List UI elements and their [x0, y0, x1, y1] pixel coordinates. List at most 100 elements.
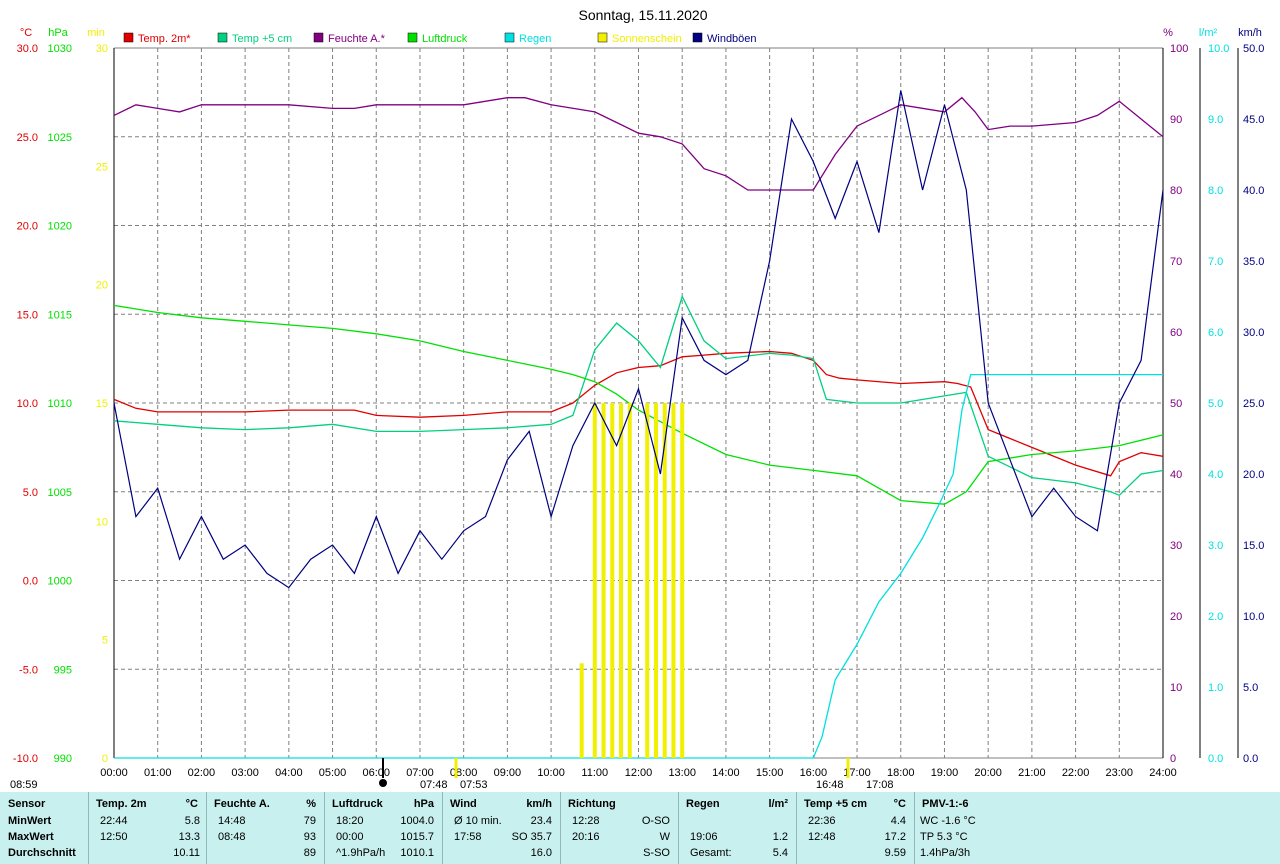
stats-header-rain: Regen	[686, 798, 720, 810]
stats-time-temp2m: 22:44	[100, 815, 128, 827]
stats-value-humidity: 89	[303, 847, 316, 859]
stats-column-divider	[324, 792, 325, 864]
legend-label: Windböen	[707, 33, 757, 45]
stats-header-pressure: Luftdruck	[332, 798, 383, 810]
wind-tick: 35.0	[1243, 256, 1264, 268]
stats-header-wind: Wind	[450, 798, 477, 810]
stats-column-divider	[914, 792, 915, 864]
temp-tick: -10.0	[13, 753, 38, 765]
stats-time-pressure: 18:20	[336, 815, 364, 827]
minutes-axis-unit: min	[87, 27, 105, 39]
rain-tick: 1.0	[1208, 682, 1223, 694]
stats-time-humidity: 14:48	[218, 815, 246, 827]
stats-column-divider	[796, 792, 797, 864]
stats-value-temp2m: 13.3	[178, 831, 200, 843]
stats-unit-temp2m: °C	[185, 798, 198, 810]
stats-column-divider	[206, 792, 207, 864]
rain-tick: 8.0	[1208, 185, 1223, 197]
pressure-tick: 990	[54, 753, 72, 765]
minutes-tick: 25	[96, 161, 108, 173]
stats-unit-wind: km/h	[526, 798, 552, 810]
stats-value-direction: S-SO	[643, 847, 670, 859]
stats-unit-rain: l/m²	[768, 798, 788, 810]
pressure-tick: 1020	[48, 221, 72, 233]
legend-label: Sonnenschein	[612, 33, 682, 45]
stats-value-temp5cm: 9.59	[884, 847, 906, 859]
pressure-tick: 1005	[48, 487, 72, 499]
sunshine-bar	[592, 403, 597, 758]
minutes-tick: 20	[96, 280, 108, 292]
stats-time-temp5cm: 22:36	[808, 815, 836, 827]
temp-tick: -5.0	[19, 664, 38, 676]
sunset-label-b: 17:08	[866, 779, 894, 791]
stats-value-humidity: 79	[303, 815, 316, 827]
stats-time-temp2m: 12:50	[100, 831, 128, 843]
stats-time-direction: 20:16	[572, 831, 600, 843]
stats-value-temp2m: 10.11	[173, 847, 200, 859]
rain-tick: 7.0	[1208, 256, 1223, 268]
stats-time-pressure: 00:00	[336, 831, 364, 843]
pressure-tick: 1015	[48, 309, 72, 321]
pressure-tick: 995	[54, 664, 72, 676]
legend-swatch	[123, 32, 134, 43]
sunshine-bar	[579, 663, 584, 758]
legend-label: Luftdruck	[422, 33, 468, 45]
minutes-tick: 0	[102, 753, 108, 765]
stats-column-divider	[442, 792, 443, 864]
minutes-tick: 30	[96, 43, 108, 55]
stats-value-temp2m: 5.8	[184, 815, 200, 827]
stats-value-direction: W	[659, 831, 670, 843]
humidity-axis-unit: %	[1163, 27, 1173, 39]
humidity-tick: 10	[1170, 682, 1182, 694]
legend-swatch	[407, 32, 418, 43]
humidity-tick: 80	[1170, 185, 1182, 197]
stats-column-divider	[678, 792, 679, 864]
stats-sensor-header: Sensor	[8, 798, 46, 810]
rain-tick: 2.0	[1208, 611, 1223, 623]
humidity-tick: 20	[1170, 611, 1182, 623]
stats-header-humidity: Feuchte A.	[214, 798, 270, 810]
stats-value-pmv: WC -1.6 °C	[920, 815, 976, 827]
rain-tick: 6.0	[1208, 327, 1223, 339]
rain-tick: 0.0	[1208, 753, 1223, 765]
stats-row-label: Durchschnitt	[8, 847, 76, 859]
stats-column-divider	[88, 792, 89, 864]
x-tick: 18:00	[887, 767, 915, 779]
x-tick: 12:00	[625, 767, 653, 779]
sunshine-bar	[627, 403, 632, 758]
stats-time-wind: Ø 10 min.	[454, 815, 502, 827]
humidity-tick: 40	[1170, 469, 1182, 481]
stats-time-rain: Gesamt:	[690, 847, 732, 859]
sunset-label-a: 16:48	[816, 779, 844, 791]
x-tick: 08:00	[450, 767, 478, 779]
minutes-tick: 10	[96, 516, 108, 528]
stats-value-pmv: TP 5.3 °C	[920, 831, 968, 843]
legend-swatch	[217, 32, 228, 43]
stats-unit-humidity: %	[306, 798, 316, 810]
sunshine-bar	[619, 403, 624, 758]
x-tick: 24:00	[1149, 767, 1177, 779]
temp-tick: 25.0	[17, 132, 38, 144]
x-tick: 21:00	[1018, 767, 1046, 779]
stats-unit-temp5cm: °C	[893, 798, 906, 810]
stats-header-pmv: PMV-1:-6	[922, 798, 969, 810]
rain-tick: 9.0	[1208, 114, 1223, 126]
wind-tick: 20.0	[1243, 469, 1264, 481]
legend-label: Temp +5 cm	[232, 33, 292, 45]
stats-time-wind: 17:58	[454, 831, 482, 843]
sunshine-bar	[671, 403, 676, 758]
sunshine-bar	[680, 403, 685, 758]
sunshine-bar	[610, 403, 615, 758]
stats-value-humidity: 93	[303, 831, 316, 843]
pressure-tick: 1030	[48, 43, 72, 55]
humidity-tick: 30	[1170, 540, 1182, 552]
legend-label: Temp. 2m*	[138, 33, 191, 45]
stats-value-rain: 1.2	[772, 831, 788, 843]
humidity-tick: 100	[1170, 43, 1188, 55]
moon-marker	[379, 779, 387, 787]
humidity-tick: 90	[1170, 114, 1182, 126]
stats-value-rain: 5.4	[772, 847, 788, 859]
stats-unit-pressure: hPa	[413, 798, 434, 810]
wind-axis-unit: km/h	[1238, 27, 1262, 39]
stats-value-pressure: 1015.7	[400, 831, 434, 843]
